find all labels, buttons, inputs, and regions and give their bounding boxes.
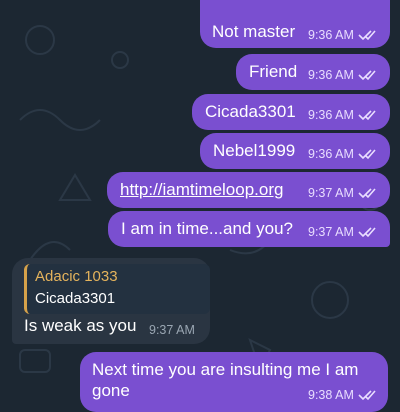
message-meta: 9:36 AM — [308, 147, 376, 161]
message-text: Friend — [249, 62, 298, 81]
double-check-icon — [358, 149, 376, 160]
message-text-line-2: gone — [92, 381, 130, 400]
message-bubble-outgoing[interactable]: Not master 9:36 AM — [200, 0, 390, 48]
double-check-icon — [358, 188, 376, 199]
message-bubble-outgoing[interactable]: Friend 9:36 AM — [236, 54, 390, 90]
message-meta: 9:36 AM — [308, 108, 376, 122]
message-text: Cicada3301 — [205, 102, 296, 121]
message-bubble-incoming[interactable]: Adacic 1033 Cicada3301 Is weak as you 9:… — [12, 258, 210, 344]
message-time: 9:36 AM — [308, 147, 354, 161]
message-meta: 9:37 AM — [308, 186, 376, 200]
message-time: 9:37 AM — [308, 186, 354, 200]
message-time: 9:36 AM — [308, 108, 354, 122]
reply-quoted-text: Cicada3301 — [35, 290, 116, 307]
message-time: 9:37 AM — [308, 225, 354, 239]
message-bubble-outgoing[interactable]: Cicada3301 9:36 AM — [192, 94, 390, 130]
message-text: Nebel1999 — [213, 141, 296, 160]
reply-quote[interactable]: Adacic 1033 Cicada3301 — [24, 264, 210, 314]
double-check-icon — [358, 30, 376, 41]
double-check-icon — [358, 390, 376, 401]
double-check-icon — [358, 110, 376, 121]
double-check-icon — [358, 70, 376, 81]
message-meta: 9:36 AM — [308, 28, 376, 42]
message-time: 9:36 AM — [308, 28, 354, 42]
message-text: Is weak as you — [24, 316, 137, 335]
message-meta: 9:37 AM — [308, 225, 376, 239]
message-bubble-outgoing[interactable]: Nebel1999 9:36 AM — [200, 133, 390, 169]
double-check-icon — [358, 227, 376, 238]
message-link[interactable]: http://iamtimeloop.org — [120, 180, 283, 200]
message-time: 9:37 AM — [149, 323, 195, 337]
message-bubble-outgoing[interactable]: I am in time...and you? 9:37 AM — [108, 211, 390, 247]
message-text: I am in time...and you? — [121, 219, 293, 238]
message-text: Not master — [212, 22, 296, 41]
message-time: 9:36 AM — [308, 68, 354, 82]
message-text-line-1: Next time you are insulting me I am — [92, 360, 359, 379]
reply-sender-name: Adacic 1033 — [35, 268, 118, 285]
message-bubble-outgoing[interactable]: http://iamtimeloop.org 9:37 AM — [107, 172, 390, 208]
message-meta: 9:36 AM — [308, 68, 376, 82]
message-bubble-outgoing[interactable]: Next time you are insulting me I am gone… — [80, 352, 388, 412]
